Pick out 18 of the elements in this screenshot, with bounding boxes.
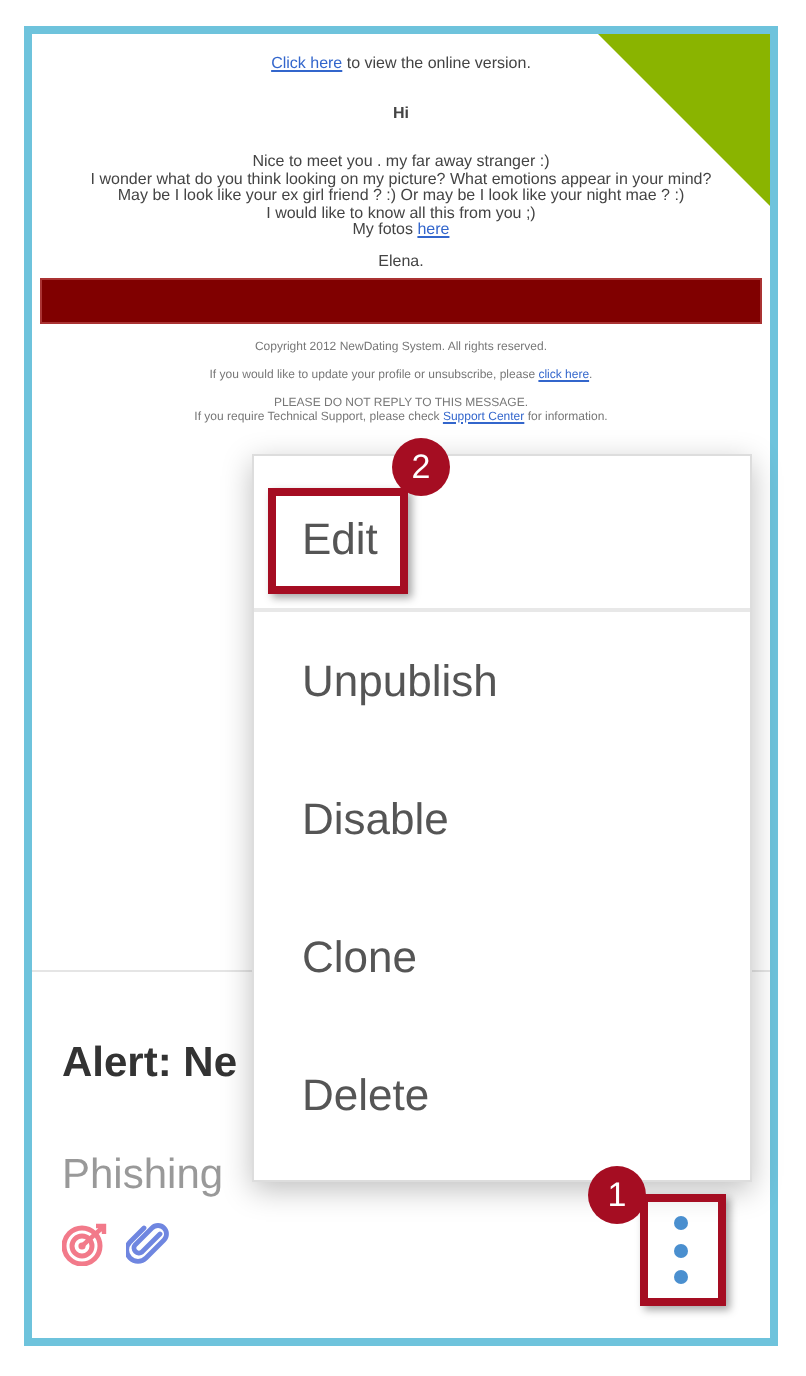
greeting-text: Hi	[393, 104, 409, 122]
signature-text: Elena.	[378, 251, 424, 269]
email-link[interactable]: Click here	[271, 54, 343, 72]
email-text: Click here to view the online version.	[271, 54, 531, 72]
paperclip-icon	[126, 1222, 170, 1266]
menu-item[interactable]: Delete	[254, 1026, 750, 1164]
card-title: Alert: Ne	[62, 1038, 238, 1090]
message-text: I wonder what do you think looking on my picture? What emotions appear in your mind?	[90, 171, 712, 188]
target-icon	[62, 1222, 110, 1266]
menu-item[interactable]: Unpublish	[254, 612, 750, 750]
menu-item[interactable]: Clone	[254, 888, 750, 1026]
message-text: My fotos here	[352, 222, 450, 239]
message-text: I would like to know all this from you ;)	[266, 205, 536, 222]
category-text: Phishing	[62, 1149, 224, 1201]
menu-item[interactable]: Disable	[254, 750, 750, 888]
message-text: May be I look like your ex girl friend ? :) Or may be I look like your night mae ? :)	[117, 188, 685, 205]
message-text: Nice to meet you . my far away stranger :)	[252, 154, 550, 171]
email-link[interactable]: here	[417, 220, 450, 238]
